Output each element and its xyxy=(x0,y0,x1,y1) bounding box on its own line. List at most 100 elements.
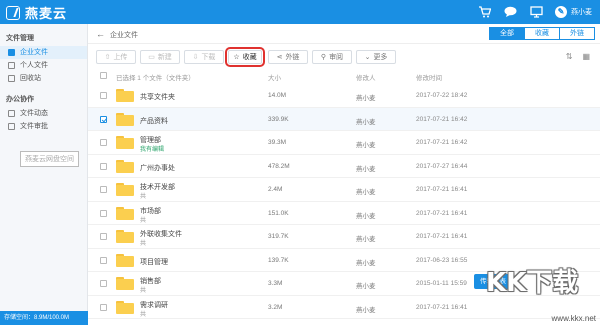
tab-links[interactable]: 外链 xyxy=(559,27,595,40)
user-icon xyxy=(8,62,15,69)
file-name[interactable]: 共享文件夹 xyxy=(140,92,175,102)
folder-icon xyxy=(116,136,134,149)
folder-icon xyxy=(116,230,134,243)
new-button[interactable]: ▭ 新建 xyxy=(140,50,180,64)
row-checkbox[interactable] xyxy=(100,303,107,311)
file-owner: 燕小麦 xyxy=(356,95,376,102)
file-name[interactable]: 广州办事处 xyxy=(140,163,175,173)
row-checkbox[interactable] xyxy=(100,186,107,193)
file-size: 3.2M xyxy=(268,303,283,311)
sidebar-section-files: 文件管理 xyxy=(6,35,34,42)
select-all-checkbox[interactable] xyxy=(100,72,107,81)
toolbar: ⇧ 上传 ▭ 新建 ⇩ 下载 ☆ 收藏 ⋖ 外链 ⚲ 审阅 ⌄ 更多 ⇅ ▦ xyxy=(88,44,600,68)
file-row[interactable]: 管理部 我有编辑 39.3M 燕小麦 2017-07-21 16:42 xyxy=(88,131,600,155)
row-checkbox[interactable] xyxy=(100,92,107,99)
file-row[interactable]: 市场部共 151.0K 燕小麦 2017-07-21 16:41 xyxy=(88,202,600,225)
scope-tabs: 全部 收藏 外链 xyxy=(489,27,595,40)
upload-button[interactable]: ⇧ 上传 xyxy=(96,50,136,64)
chat-icon[interactable] xyxy=(503,5,517,19)
row-checkbox[interactable] xyxy=(100,233,107,240)
back-arrow-icon[interactable]: ← xyxy=(96,29,105,39)
column-owner[interactable]: 修改人 xyxy=(356,72,376,82)
file-name[interactable]: 产品资料 xyxy=(140,116,168,126)
file-size: 319.7K xyxy=(268,233,289,240)
column-time[interactable]: 修改时间 xyxy=(416,72,442,82)
file-size: 139.7K xyxy=(268,256,289,264)
folder-icon xyxy=(116,159,134,173)
upload-label: 上传 xyxy=(113,54,128,61)
sidebar-item-personal-files[interactable]: 个人文件 xyxy=(0,59,87,72)
file-tag: 共 xyxy=(140,241,147,247)
file-owner: 燕小麦 xyxy=(356,283,376,290)
checkbox[interactable] xyxy=(100,72,107,79)
star-icon: ☆ xyxy=(233,54,240,61)
watermark-url: www.kkx.net xyxy=(551,314,596,323)
file-owner: 燕小麦 xyxy=(356,142,376,149)
row-checkbox[interactable] xyxy=(100,280,107,287)
sort-icon[interactable]: ⇅ xyxy=(566,52,573,61)
favorite-label: 收藏 xyxy=(242,54,257,61)
trash-icon xyxy=(8,75,15,82)
file-time: 2017-07-27 16:44 xyxy=(416,162,468,170)
file-row[interactable]: 外联收集文件共 319.7K 燕小麦 2017-07-21 16:41 xyxy=(88,225,600,249)
file-owner: 燕小麦 xyxy=(356,118,376,126)
user-menu[interactable]: ✎ 燕小麦 xyxy=(555,6,592,18)
folder-icon xyxy=(116,206,134,220)
tab-all[interactable]: 全部 xyxy=(489,27,525,40)
file-owner: 燕小麦 xyxy=(356,189,376,196)
download-button[interactable]: ⇩ 下载 xyxy=(184,50,224,64)
row-checkbox[interactable] xyxy=(100,139,107,146)
new-folder-icon: ▭ xyxy=(148,54,155,61)
favorite-button[interactable]: ☆ 收藏 xyxy=(225,47,265,67)
file-time: 2017-07-21 16:41 xyxy=(416,303,468,311)
file-size: 478.2M xyxy=(268,162,290,170)
file-time: 2017-07-21 16:41 xyxy=(416,186,468,193)
row-checkbox[interactable] xyxy=(100,162,107,170)
file-owner: 燕小麦 xyxy=(356,236,376,243)
logo-text: 燕麦云 xyxy=(25,6,68,21)
file-owner: 燕小麦 xyxy=(356,212,376,220)
selected-info: 已选择 1 个文件（文件夹） xyxy=(116,75,195,82)
file-owner: 燕小麦 xyxy=(356,165,376,173)
file-size: 151.0K xyxy=(268,209,289,217)
row-checkbox[interactable] xyxy=(100,256,107,264)
file-name[interactable]: 项目管理 xyxy=(140,257,168,267)
row-checkbox[interactable] xyxy=(100,209,107,217)
file-row[interactable]: 产品资料 339.9K 燕小麦 2017-07-21 16:42 xyxy=(88,107,600,131)
sidebar-item-file-approval[interactable]: 文件审批 xyxy=(0,120,87,133)
file-row[interactable]: 技术开发部共 2.4M 燕小麦 2017-07-21 16:41 xyxy=(88,178,600,202)
breadcrumb[interactable]: 企业文件 xyxy=(110,30,138,40)
file-tag: 共 xyxy=(140,194,147,200)
chevron-down-icon: ⌄ xyxy=(364,54,371,61)
row-checkbox[interactable] xyxy=(100,115,107,123)
folder-icon xyxy=(116,253,134,267)
cart-icon[interactable] xyxy=(477,5,491,19)
file-time: 2015-01-11 15:59 xyxy=(416,280,467,287)
file-tag: 我有编辑 xyxy=(140,147,165,153)
file-row[interactable]: 共享文件夹 14.0M 燕小麦 2017-07-22 18:42 xyxy=(88,84,600,108)
file-time: 2017-07-21 16:42 xyxy=(416,115,468,123)
app-logo[interactable]: 燕麦云 xyxy=(6,3,67,22)
sidebar-item-label: 回收站 xyxy=(20,75,41,82)
file-size: 339.9K xyxy=(268,115,289,123)
folder-icon xyxy=(116,277,134,290)
more-button[interactable]: ⌄ 更多 xyxy=(356,50,396,64)
file-size: 39.3M xyxy=(268,139,287,146)
sidebar-item-recycle-bin[interactable]: 回收站 xyxy=(0,72,87,85)
sidebar-item-enterprise-files[interactable]: 企业文件 xyxy=(0,46,87,59)
new-label: 新建 xyxy=(157,54,172,61)
review-label: 审阅 xyxy=(329,54,344,61)
share-link-button[interactable]: ⋖ 外链 xyxy=(268,50,308,64)
file-time: 2017-07-21 16:41 xyxy=(416,233,468,240)
file-row[interactable]: 广州办事处 478.2M 燕小麦 2017-07-27 16:44 xyxy=(88,155,600,178)
activity-icon xyxy=(8,110,15,117)
file-name[interactable]: 外联收集文件 xyxy=(140,229,182,239)
monitor-icon[interactable] xyxy=(529,5,543,19)
sidebar-tooltip: 燕麦云网盘空间 xyxy=(20,151,79,167)
grid-view-icon[interactable]: ▦ xyxy=(582,52,590,61)
review-button[interactable]: ⚲ 审阅 xyxy=(312,50,352,64)
tab-favorites[interactable]: 收藏 xyxy=(524,27,560,40)
sidebar-item-file-activity[interactable]: 文件动态 xyxy=(0,107,87,120)
file-size: 3.3M xyxy=(268,280,283,287)
column-size[interactable]: 大小 xyxy=(268,72,281,82)
